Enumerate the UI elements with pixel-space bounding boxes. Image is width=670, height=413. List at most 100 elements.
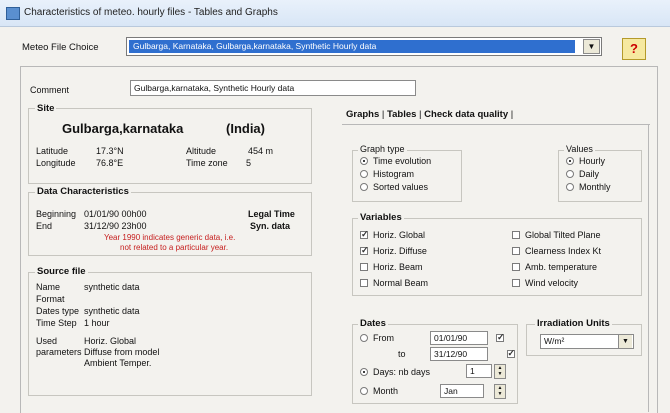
latitude-label: Latitude (36, 146, 69, 156)
variable-left-0-label: Horiz. Global (373, 230, 426, 240)
days-label: Days: nb days (373, 367, 431, 377)
variable-left-3[interactable]: Normal Beam (360, 278, 428, 288)
values-option-2-label: Monthly (579, 182, 611, 192)
name-label: Name (36, 282, 61, 292)
graph-type-option-1-radio[interactable] (360, 170, 368, 178)
graph-type-option-1[interactable]: Histogram (360, 169, 414, 179)
meteo-file-choice-label: Meteo File Choice (22, 42, 99, 53)
graph-type-title: Graph type (358, 144, 407, 154)
meteo-file-choice-select[interactable]: Gulbarga, Karnataka, Gulbarga,karnataka,… (126, 37, 602, 56)
graph-type-option-0[interactable]: Time evolution (360, 156, 431, 166)
chevron-down-icon[interactable]: ▼ (618, 335, 632, 348)
generic-data-note-line1: Year 1990 indicates generic data, i.e. (104, 233, 236, 242)
variable-left-2-label: Horiz. Beam (373, 262, 423, 272)
irradiation-units-select[interactable]: W/m² ▼ (540, 334, 634, 349)
syn-data-label: Syn. data (250, 221, 291, 231)
variable-right-1-label: Clearness Index Kt (525, 246, 602, 256)
generic-data-note-line2: not related to a particular year. (120, 243, 229, 252)
variable-left-0-check[interactable] (360, 229, 369, 240)
variable-left-1-label: Horiz. Diffuse (373, 246, 427, 256)
dates-from-radio[interactable] (360, 334, 368, 342)
app-icon (6, 7, 20, 20)
dates-days-option[interactable]: Days: nb days (360, 367, 430, 377)
latitude-value: 17.3°N (96, 146, 124, 156)
values-option-1-label: Daily (579, 169, 600, 179)
graph-type-option-2-radio[interactable] (360, 183, 368, 191)
tab-strip: Graphs | Tables | Check data quality | (346, 109, 514, 120)
dates-month-option[interactable]: Month (360, 386, 398, 396)
altitude-label: Altitude (186, 146, 217, 156)
title-bar: Characteristics of meteo. hourly files -… (0, 0, 670, 27)
dates-month-radio[interactable] (360, 387, 368, 395)
values-option-0-radio[interactable] (566, 157, 574, 165)
from-label: From (373, 333, 394, 343)
month-label: Month (373, 386, 399, 396)
variable-right-3-label: Wind velocity (525, 278, 579, 288)
tab-panel-edge (648, 124, 649, 412)
from-date-input[interactable]: 01/01/90 (430, 331, 488, 345)
longitude-label: Longitude (36, 158, 76, 168)
variable-left-1-check[interactable] (360, 245, 369, 256)
legal-time-label: Legal Time (248, 209, 295, 219)
beginning-value: 01/01/90 00h00 (84, 209, 147, 219)
values-option-1-radio[interactable] (566, 170, 574, 178)
variable-right-2-check[interactable] (512, 263, 520, 271)
variable-left-2-check[interactable] (360, 263, 368, 271)
site-country: (India) (226, 121, 265, 136)
data-characteristics-title: Data Characteristics (35, 186, 131, 197)
variable-right-1[interactable]: Clearness Index Kt (512, 246, 601, 256)
nb-days-spinner[interactable]: ▲ ▼ (494, 364, 506, 379)
timezone-value: 5 (246, 158, 252, 168)
variable-left-1[interactable]: Horiz. Diffuse (360, 245, 427, 256)
beginning-label: Beginning (36, 209, 77, 219)
parameter-1: Horiz. Global (84, 336, 137, 346)
values-option-0[interactable]: Hourly (566, 156, 605, 166)
graph-type-option-2[interactable]: Sorted values (360, 182, 428, 192)
parameters-label: parameters (36, 347, 82, 357)
source-file-group (28, 272, 312, 396)
variable-left-3-check[interactable] (360, 279, 368, 287)
to-label: to (398, 349, 406, 359)
chevron-down-icon[interactable]: ▼ (583, 39, 600, 54)
variable-right-3-check[interactable] (512, 279, 520, 287)
variable-right-1-check[interactable] (512, 247, 520, 255)
graph-type-option-0-radio[interactable] (360, 157, 368, 165)
site-group-title: Site (35, 103, 57, 114)
variable-right-3[interactable]: Wind velocity (512, 278, 578, 288)
variable-left-0[interactable]: Horiz. Global (360, 229, 426, 240)
tab-tables[interactable]: Tables (387, 109, 416, 120)
variable-right-0[interactable]: Global Tilted Plane (512, 230, 601, 240)
values-option-0-label: Hourly (579, 156, 606, 166)
from-date-checkbox[interactable] (496, 332, 505, 343)
graph-type-option-0-label: Time evolution (373, 156, 432, 166)
irradiation-units-title: Irradiation Units (535, 318, 612, 329)
to-date-input[interactable]: 31/12/90 (430, 347, 488, 361)
tab-check-data-quality[interactable]: Check data quality (424, 109, 508, 120)
variable-right-0-check[interactable] (512, 231, 520, 239)
tab-graphs[interactable]: Graphs (346, 109, 379, 120)
time-step-label: Time Step (36, 318, 77, 328)
comment-label: Comment (30, 85, 70, 95)
dates-from-option[interactable]: From (360, 333, 394, 343)
month-input[interactable]: Jan (440, 384, 484, 398)
nb-days-input[interactable]: 1 (466, 364, 492, 378)
dates-days-radio[interactable] (360, 368, 368, 376)
comment-input[interactable]: Gulbarga,karnataka, Synthetic Hourly dat… (130, 80, 416, 96)
values-option-1[interactable]: Daily (566, 169, 599, 179)
variable-right-2[interactable]: Amb. temperature (512, 262, 597, 272)
values-option-2[interactable]: Monthly (566, 182, 611, 192)
site-name: Gulbarga,karnataka (62, 121, 184, 136)
to-date-checkbox[interactable] (506, 348, 515, 359)
variables-title: Variables (358, 212, 404, 223)
longitude-value: 76.8°E (96, 158, 124, 168)
window-title: Characteristics of meteo. hourly files -… (24, 7, 278, 18)
used-label: Used (36, 336, 58, 346)
variable-left-2[interactable]: Horiz. Beam (360, 262, 423, 272)
values-title: Values (564, 144, 595, 154)
values-option-2-radio[interactable] (566, 183, 574, 191)
format-label: Format (36, 294, 65, 304)
help-button[interactable]: ? (622, 38, 646, 60)
month-spinner[interactable]: ▲ ▼ (494, 384, 506, 399)
parameter-2: Diffuse from model (84, 347, 160, 357)
altitude-value: 454 m (248, 146, 274, 156)
